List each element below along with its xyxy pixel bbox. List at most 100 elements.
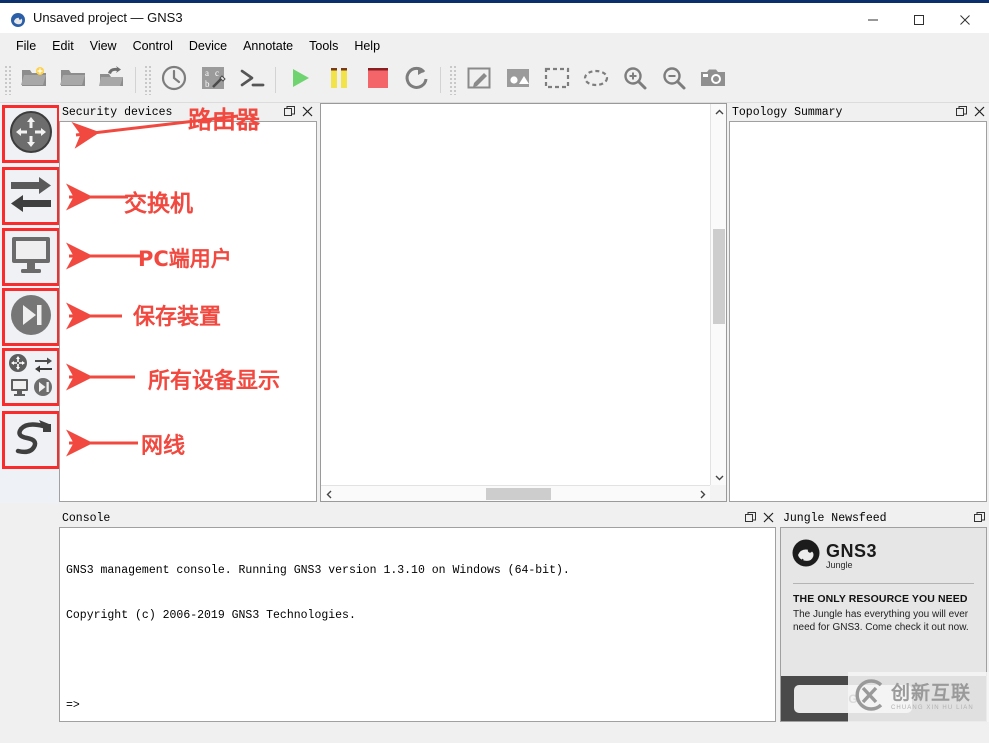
picture-icon — [505, 67, 531, 94]
console-output[interactable]: GNS3 management console. Running GNS3 ve… — [59, 527, 776, 722]
minimize-button[interactable] — [850, 6, 896, 33]
menu-item-device[interactable]: Device — [181, 36, 235, 56]
edit-labels-button[interactable]: a c b — [193, 61, 232, 100]
toolbar-grip[interactable] — [449, 65, 456, 95]
reload-all-button[interactable] — [397, 61, 436, 100]
jungle-newsfeed-content[interactable]: GNS3 Jungle THE ONLY RESOURCE YOU NEED T… — [780, 527, 987, 722]
close-button[interactable] — [942, 6, 988, 33]
svg-text:a: a — [205, 68, 209, 78]
save-project-as-button[interactable] — [92, 61, 131, 100]
note-pencil-icon — [466, 65, 492, 96]
stop-all-button[interactable] — [358, 61, 397, 100]
play-icon — [287, 65, 313, 96]
camera-icon — [699, 66, 727, 95]
annotation-label-all-devices: 所有设备显示 — [148, 369, 281, 394]
routers-button[interactable] — [2, 105, 60, 163]
vertical-scrollbar-thumb[interactable] — [713, 229, 725, 324]
security-device-icon — [8, 292, 54, 343]
close-icon[interactable] — [971, 104, 987, 119]
all-devices-icon — [7, 352, 55, 403]
maximize-button[interactable] — [896, 6, 942, 33]
topology-summary-panel-header: Topology Summary — [729, 103, 989, 121]
toolbar-separator — [440, 67, 441, 93]
new-project-button[interactable] — [14, 61, 53, 100]
menu-item-annotate[interactable]: Annotate — [235, 36, 301, 56]
svg-text:b: b — [205, 79, 210, 89]
insert-image-button[interactable] — [498, 61, 537, 100]
screenshot-button[interactable] — [693, 61, 732, 100]
menu-item-edit[interactable]: Edit — [44, 36, 82, 56]
chevron-left-icon[interactable] — [321, 486, 337, 502]
folder-new-icon — [20, 65, 48, 96]
draw-ellipse-button[interactable] — [576, 61, 615, 100]
snapshot-history-button[interactable] — [154, 61, 193, 100]
folder-open-icon — [59, 65, 87, 96]
console-panel-header: Console — [59, 509, 778, 527]
end-devices-button[interactable] — [2, 228, 60, 286]
reload-icon — [403, 64, 431, 97]
clock-icon — [160, 64, 188, 97]
jungle-newsfeed-panel-header: Jungle Newsfeed — [780, 509, 989, 527]
topology-canvas-panel — [320, 103, 727, 502]
jungle-newsfeed-panel: Jungle Newsfeed GNS3 Jungle THE ONLY RES… — [780, 509, 989, 722]
security-devices-button[interactable] — [2, 288, 60, 346]
menu-item-view[interactable]: View — [82, 36, 125, 56]
jungle-logo-title: GNS3 — [826, 540, 878, 561]
float-icon[interactable] — [953, 104, 969, 119]
float-icon[interactable] — [971, 510, 987, 525]
zoom-in-icon — [622, 65, 648, 96]
topology-canvas[interactable] — [321, 104, 710, 485]
add-link-button[interactable] — [2, 411, 60, 469]
jungle-newsfeed-panel-title: Jungle Newsfeed — [783, 511, 887, 525]
console-prompt: => — [66, 699, 80, 712]
topology-summary-list[interactable] — [729, 121, 987, 502]
zoom-out-icon — [661, 65, 687, 96]
menu-item-tools[interactable]: Tools — [301, 36, 346, 56]
canvas-horizontal-scrollbar[interactable] — [321, 485, 710, 501]
console-to-all-button[interactable] — [232, 61, 271, 100]
chevron-up-icon[interactable] — [711, 104, 727, 120]
menu-item-help[interactable]: Help — [346, 36, 388, 56]
annotation-label-add-link: 网线 — [141, 434, 186, 459]
console-panel: Console GNS3 management console. Running… — [59, 509, 778, 722]
title-bar: Unsaved project — GNS3 — [0, 0, 989, 33]
menu-bar: File Edit View Control Device Annotate T… — [0, 33, 989, 58]
zoom-in-button[interactable] — [615, 61, 654, 100]
toolbar-grip[interactable] — [4, 65, 11, 95]
security-devices-panel-title: Security devices — [62, 105, 173, 119]
float-icon[interactable] — [742, 510, 758, 525]
start-all-button[interactable] — [280, 61, 319, 100]
toolbar-grip[interactable] — [144, 65, 151, 95]
canvas-vertical-scrollbar[interactable] — [710, 104, 726, 485]
jungle-body-text: The Jungle has everything you will ever … — [793, 609, 969, 633]
toolbar-separator — [135, 67, 136, 93]
close-icon[interactable] — [760, 510, 776, 525]
annotation-label-routers: 路由器 — [188, 106, 260, 134]
horizontal-scrollbar-thumb[interactable] — [486, 488, 551, 500]
draw-rectangle-button[interactable] — [537, 61, 576, 100]
gns3-chameleon-icon — [791, 538, 821, 573]
chevron-right-icon[interactable] — [694, 486, 710, 502]
svg-text:c: c — [215, 68, 219, 78]
toolbar-separator — [275, 67, 276, 93]
annotation-label-switches: 交换机 — [124, 191, 193, 217]
folder-save-icon — [98, 65, 126, 96]
zoom-out-button[interactable] — [654, 61, 693, 100]
suspend-all-button[interactable] — [319, 61, 358, 100]
close-icon[interactable] — [299, 104, 315, 119]
jungle-cta-button[interactable]: G — [794, 685, 912, 713]
open-project-button[interactable] — [53, 61, 92, 100]
cable-link-icon — [7, 416, 55, 465]
add-note-button[interactable] — [459, 61, 498, 100]
topology-summary-panel-title: Topology Summary — [732, 105, 843, 119]
all-devices-button[interactable] — [2, 348, 60, 406]
jungle-headline: THE ONLY RESOURCE YOU NEED — [793, 593, 968, 605]
pause-icon — [326, 65, 352, 96]
float-icon[interactable] — [281, 104, 297, 119]
menu-item-control[interactable]: Control — [125, 36, 181, 56]
menu-item-file[interactable]: File — [8, 36, 44, 56]
stop-icon — [365, 65, 391, 96]
switches-button[interactable] — [2, 167, 60, 225]
chevron-down-icon[interactable] — [711, 469, 727, 485]
